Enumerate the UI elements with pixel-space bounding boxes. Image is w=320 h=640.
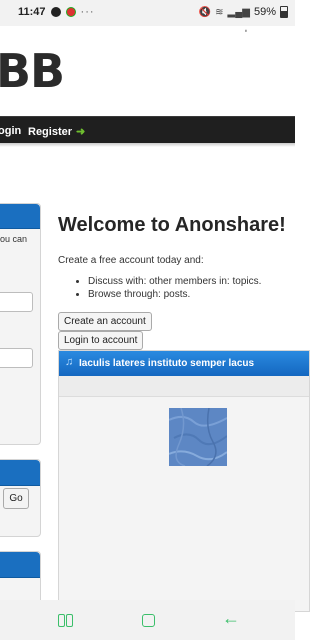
featured-topic-header: ♫ Iaculis lateres instituto semper lacus	[59, 351, 309, 376]
featured-topic-title[interactable]: Iaculis lateres instituto semper lacus	[79, 358, 254, 369]
wifi-icon: ≋	[215, 6, 224, 18]
status-more: ···	[80, 6, 95, 18]
sidebar-panel-3-header	[0, 552, 40, 578]
search-go-button[interactable]: Go	[3, 488, 29, 509]
login-account-button[interactable]: Login to account	[58, 331, 144, 350]
create-account-button[interactable]: Create an account	[58, 312, 152, 331]
navbar-shadow	[0, 143, 295, 147]
android-nav-bar: ←	[0, 600, 295, 640]
blue-texture-image	[169, 408, 227, 466]
login-panel-text: ou can	[0, 234, 28, 244]
battery-icon	[280, 6, 288, 18]
password-field[interactable]	[0, 348, 33, 368]
notification-block-icon	[65, 7, 76, 17]
featured-topic-panel: ♫ Iaculis lateres instituto semper lacus	[58, 350, 310, 612]
notification-avatar-icon	[50, 7, 61, 17]
username-field[interactable]	[0, 292, 33, 312]
site-navbar: ogin Register ➜	[0, 116, 295, 144]
battery-percent: 59%	[253, 6, 276, 18]
nav-register-link[interactable]: Register ➜	[28, 125, 85, 138]
welcome-intro: Create a free account today and:	[58, 255, 204, 266]
welcome-bullet-list: Discuss with: other members in: topics. …	[58, 276, 261, 302]
mute-icon: 🔇	[198, 6, 212, 18]
featured-topic-subheader	[59, 376, 309, 397]
welcome-bullet: Browse through: posts.	[88, 289, 261, 300]
status-time: 11:47	[18, 6, 46, 18]
site-logo[interactable]: BB	[0, 44, 65, 98]
music-note-icon: ♫	[65, 356, 74, 368]
recent-apps-icon[interactable]	[58, 614, 74, 627]
status-right: 🔇 ≋ ▂▄▆ 59%	[199, 6, 288, 18]
signal-icon: ▂▄▆	[227, 6, 250, 18]
login-panel-header	[0, 204, 40, 229]
nav-register-label: Register	[28, 126, 73, 138]
home-icon[interactable]	[142, 614, 155, 627]
arrow-right-icon: ➜	[76, 126, 86, 138]
status-bar: 11:47 ··· 🔇 ≋ ▂▄▆ 59%	[0, 0, 295, 26]
logo-area: BB ʹ	[0, 26, 295, 116]
logo-mark: ʹ	[245, 29, 247, 40]
status-left: 11:47 ···	[18, 6, 95, 18]
back-icon[interactable]: ←	[222, 608, 240, 629]
nav-login-link[interactable]: ogin	[0, 125, 21, 137]
welcome-bullet: Discuss with: other members in: topics.	[88, 276, 261, 287]
welcome-title: Welcome to Anonshare!	[58, 214, 286, 236]
featured-topic-image[interactable]	[169, 408, 227, 466]
search-panel-header	[0, 460, 40, 486]
